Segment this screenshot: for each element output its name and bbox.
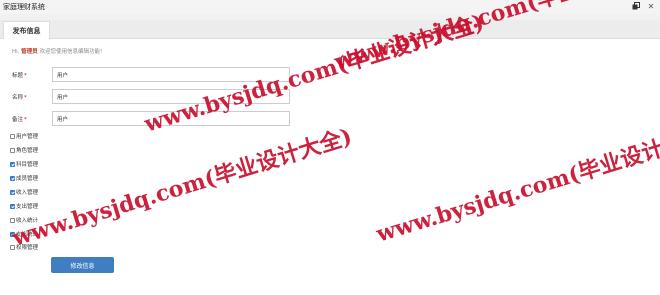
tab-bar: 发布信息 (0, 20, 660, 40)
submit-button[interactable]: 修改信息 (51, 257, 114, 273)
checkbox[interactable] (10, 133, 15, 139)
permission-role-management[interactable]: 角色管理 (10, 146, 38, 154)
field-label-remark: 备注* (12, 116, 27, 123)
greeting-suffix: 欢迎您使用信息编辑功能! (39, 49, 103, 55)
close-icon[interactable]: ✕ (646, 1, 656, 11)
window-controls: ✕ (631, 1, 656, 11)
greeting-prefix: Hi, (12, 49, 20, 55)
field-label-title: 标题* (12, 72, 27, 79)
permission-user-management[interactable]: 用户管理 (10, 132, 38, 140)
greeting-username: 管理员 (21, 49, 38, 55)
tab-publish-info[interactable]: 发布信息 (3, 21, 50, 40)
permission-income-management[interactable]: 收入管理 (10, 188, 38, 196)
permission-expense-management[interactable]: 支出管理 (10, 202, 38, 210)
field-label-name: 名称* (12, 94, 27, 101)
checkbox[interactable] (10, 161, 15, 167)
app-title: 家庭理财系统 (3, 3, 45, 11)
restore-icon[interactable] (631, 1, 641, 11)
permission-subject-management[interactable]: 科目管理 (10, 160, 38, 168)
checkbox[interactable] (10, 147, 15, 153)
permission-member-management[interactable]: 成员管理 (10, 174, 38, 182)
checkbox[interactable] (10, 203, 15, 209)
checkbox[interactable] (10, 175, 15, 181)
checkbox[interactable] (10, 189, 15, 195)
greeting-text: Hi, 管理员 欢迎您使用信息编辑功能! (12, 47, 102, 55)
